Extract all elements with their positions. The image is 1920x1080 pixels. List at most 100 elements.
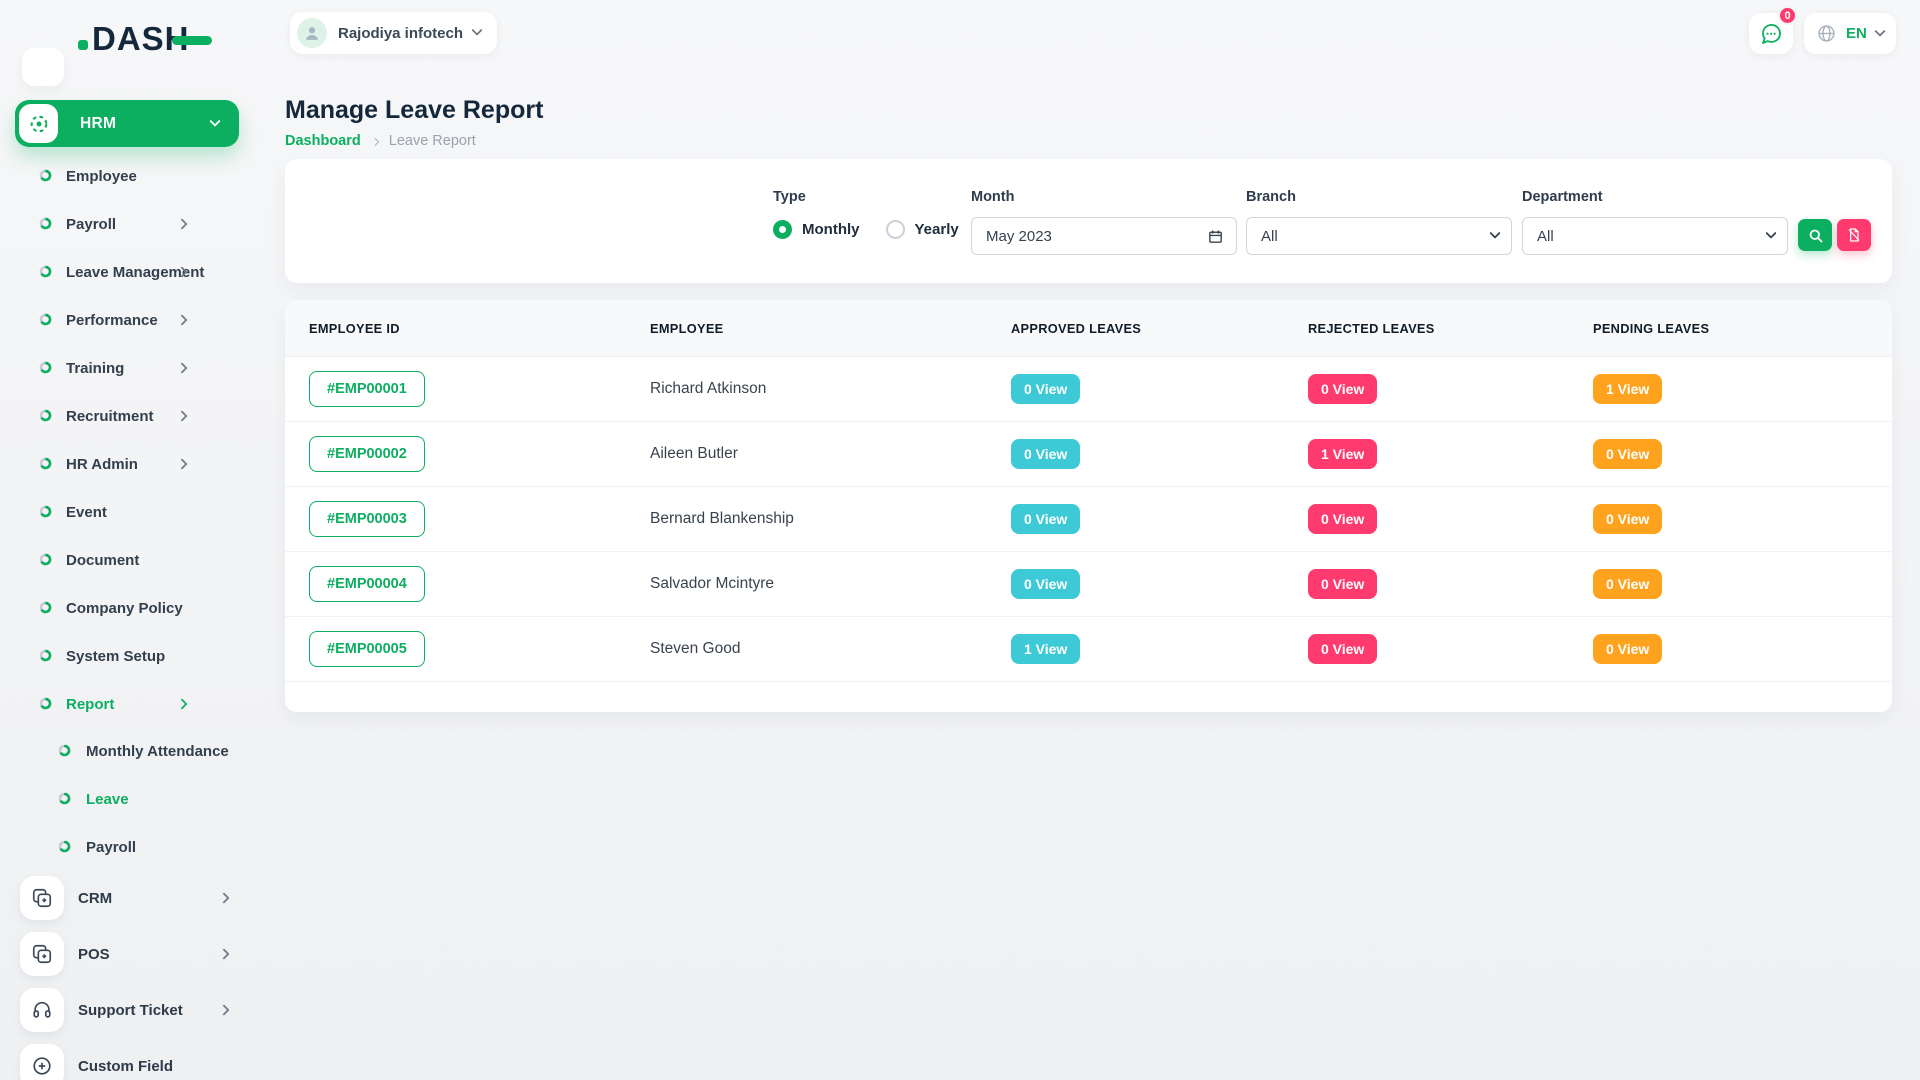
employee-id-button[interactable]: #EMP00002 bbox=[309, 436, 425, 472]
sidebar-item-label: HR Admin bbox=[66, 456, 138, 473]
hrm-label: HRM bbox=[80, 115, 116, 133]
sidebar-item-event[interactable]: Event bbox=[0, 488, 256, 536]
bullet-icon bbox=[58, 792, 71, 805]
employee-name: Aileen Butler bbox=[650, 445, 1011, 463]
sidebar-app-label: Custom Field bbox=[78, 1058, 173, 1075]
employee-id-button[interactable]: #EMP00001 bbox=[309, 371, 425, 407]
radio-yearly[interactable] bbox=[886, 220, 905, 239]
rejected-leaves-view-badge[interactable]: 0 View bbox=[1308, 504, 1377, 534]
sidebar-item-document[interactable]: Document bbox=[0, 536, 256, 584]
department-select[interactable]: All bbox=[1522, 217, 1788, 255]
brand-logo[interactable]: DASH bbox=[78, 20, 212, 58]
rejected-leaves-view-badge[interactable]: 0 View bbox=[1308, 569, 1377, 599]
plus-circle-icon bbox=[31, 1055, 53, 1077]
sidebar-item-system-setup[interactable]: System Setup bbox=[0, 632, 256, 680]
sidebar-root-hrm[interactable]: HRM bbox=[15, 100, 239, 147]
bullet-icon bbox=[58, 744, 71, 757]
pending-leaves-view-badge[interactable]: 0 View bbox=[1593, 504, 1662, 534]
messages-button[interactable]: 0 bbox=[1749, 13, 1793, 54]
radio-monthly[interactable] bbox=[773, 220, 792, 239]
headset-icon bbox=[31, 999, 53, 1021]
sidebar-item-hr-admin[interactable]: HR Admin bbox=[0, 440, 256, 488]
rejected-leaves-view-badge[interactable]: 1 View bbox=[1308, 439, 1377, 469]
table-row: #EMP00001 Richard Atkinson 0 View 0 View… bbox=[285, 357, 1892, 422]
department-label: Department bbox=[1522, 189, 1603, 205]
calendar-icon bbox=[1207, 228, 1224, 245]
sidebar-item-payroll[interactable]: Payroll bbox=[0, 200, 256, 248]
sidebar-item-label: Performance bbox=[66, 312, 158, 329]
approved-leaves-view-badge[interactable]: 0 View bbox=[1011, 374, 1080, 404]
sidebar-apps: CRM POS Support Ticket Custom Field bbox=[0, 874, 256, 1080]
approved-leaves-view-badge[interactable]: 0 View bbox=[1011, 569, 1080, 599]
branch-label: Branch bbox=[1246, 189, 1296, 205]
sidebar-subitem-leave[interactable]: Leave bbox=[0, 775, 256, 823]
sidebar-item-label: Report bbox=[66, 696, 114, 713]
bullet-icon bbox=[39, 169, 52, 182]
search-button[interactable] bbox=[1798, 219, 1832, 251]
rejected-leaves-view-badge[interactable]: 0 View bbox=[1308, 374, 1377, 404]
approved-leaves-view-badge[interactable]: 0 View bbox=[1011, 504, 1080, 534]
reset-filter-button[interactable] bbox=[1837, 219, 1871, 251]
pending-leaves-view-badge[interactable]: 0 View bbox=[1593, 634, 1662, 664]
pending-leaves-view-badge[interactable]: 0 View bbox=[1593, 439, 1662, 469]
sidebar-app-label: Support Ticket bbox=[78, 1002, 183, 1019]
approved-leaves-view-badge[interactable]: 0 View bbox=[1011, 439, 1080, 469]
sidebar-item-performance[interactable]: Performance bbox=[0, 296, 256, 344]
sidebar-item-label: Event bbox=[66, 504, 107, 521]
sidebar-item-report[interactable]: Report bbox=[0, 680, 256, 728]
search-icon bbox=[1807, 227, 1824, 244]
branch-value: All bbox=[1261, 228, 1491, 245]
bullet-icon bbox=[39, 601, 52, 614]
logo-dash-icon bbox=[172, 36, 212, 45]
bullet-icon bbox=[39, 505, 52, 518]
employee-name: Steven Good bbox=[650, 640, 1011, 658]
sidebar-item-employee[interactable]: Employee bbox=[0, 152, 256, 200]
radio-monthly-label: Monthly bbox=[802, 221, 860, 238]
sidebar-app-pos[interactable]: POS bbox=[0, 930, 256, 978]
hrm-module-icon bbox=[28, 113, 50, 135]
sidebar-subitem-payroll[interactable]: Payroll bbox=[0, 823, 256, 871]
pending-leaves-view-badge[interactable]: 0 View bbox=[1593, 569, 1662, 599]
sidebar-app-label: POS bbox=[78, 946, 110, 963]
sidebar-item-training[interactable]: Training bbox=[0, 344, 256, 392]
hrm-icon-box bbox=[19, 104, 58, 143]
employee-name: Salvador Mcintyre bbox=[650, 575, 1011, 593]
employee-id-button[interactable]: #EMP00005 bbox=[309, 631, 425, 667]
branch-select[interactable]: All bbox=[1246, 217, 1512, 255]
bullet-icon bbox=[39, 409, 52, 422]
user-icon bbox=[301, 22, 323, 44]
employee-id-button[interactable]: #EMP00003 bbox=[309, 501, 425, 537]
filter-card: Type Monthly Yearly Month May 2023 Branc… bbox=[285, 159, 1892, 283]
chevron-down-icon bbox=[209, 115, 220, 126]
table-row: #EMP00004 Salvador Mcintyre 0 View 0 Vie… bbox=[285, 552, 1892, 617]
chevron-down-icon bbox=[471, 25, 482, 36]
sidebar-item-leave-management[interactable]: Leave Management bbox=[0, 248, 256, 296]
table-header-row: EMPLOYEE ID EMPLOYEE APPROVED LEAVES REJ… bbox=[285, 300, 1892, 357]
employee-id-button[interactable]: #EMP00004 bbox=[309, 566, 425, 602]
support-icon-box bbox=[20, 988, 64, 1032]
sidebar-item-label: Recruitment bbox=[66, 408, 154, 425]
chevron-right-icon bbox=[176, 314, 187, 325]
pending-leaves-view-badge[interactable]: 1 View bbox=[1593, 374, 1662, 404]
radio-yearly-label: Yearly bbox=[915, 221, 959, 238]
sidebar-item-label: Monthly Attendance bbox=[86, 743, 229, 760]
windows-stack-icon bbox=[31, 943, 53, 965]
chevron-right-icon bbox=[218, 1004, 229, 1015]
approved-leaves-view-badge[interactable]: 1 View bbox=[1011, 634, 1080, 664]
breadcrumb-dashboard-link[interactable]: Dashboard bbox=[285, 133, 361, 149]
breadcrumb-current: Leave Report bbox=[389, 133, 476, 149]
language-code: EN bbox=[1846, 25, 1867, 42]
month-input[interactable]: May 2023 bbox=[971, 217, 1237, 255]
sidebar-app-crm[interactable]: CRM bbox=[0, 874, 256, 922]
employee-name: Bernard Blankenship bbox=[650, 510, 1011, 528]
sidebar-subitem-monthly-attendance[interactable]: Monthly Attendance bbox=[0, 727, 256, 775]
language-selector[interactable]: EN bbox=[1804, 13, 1896, 54]
rejected-leaves-view-badge[interactable]: 0 View bbox=[1308, 634, 1377, 664]
chat-bubble-icon bbox=[1759, 22, 1783, 46]
sidebar-app-support-ticket[interactable]: Support Ticket bbox=[0, 986, 256, 1034]
company-switcher[interactable]: Rajodiya infotech bbox=[290, 12, 497, 54]
sidebar-item-company-policy[interactable]: Company Policy bbox=[0, 584, 256, 632]
sidebar-app-custom-field[interactable]: Custom Field bbox=[0, 1042, 256, 1080]
chevron-down-icon bbox=[1765, 228, 1776, 239]
sidebar-item-recruitment[interactable]: Recruitment bbox=[0, 392, 256, 440]
